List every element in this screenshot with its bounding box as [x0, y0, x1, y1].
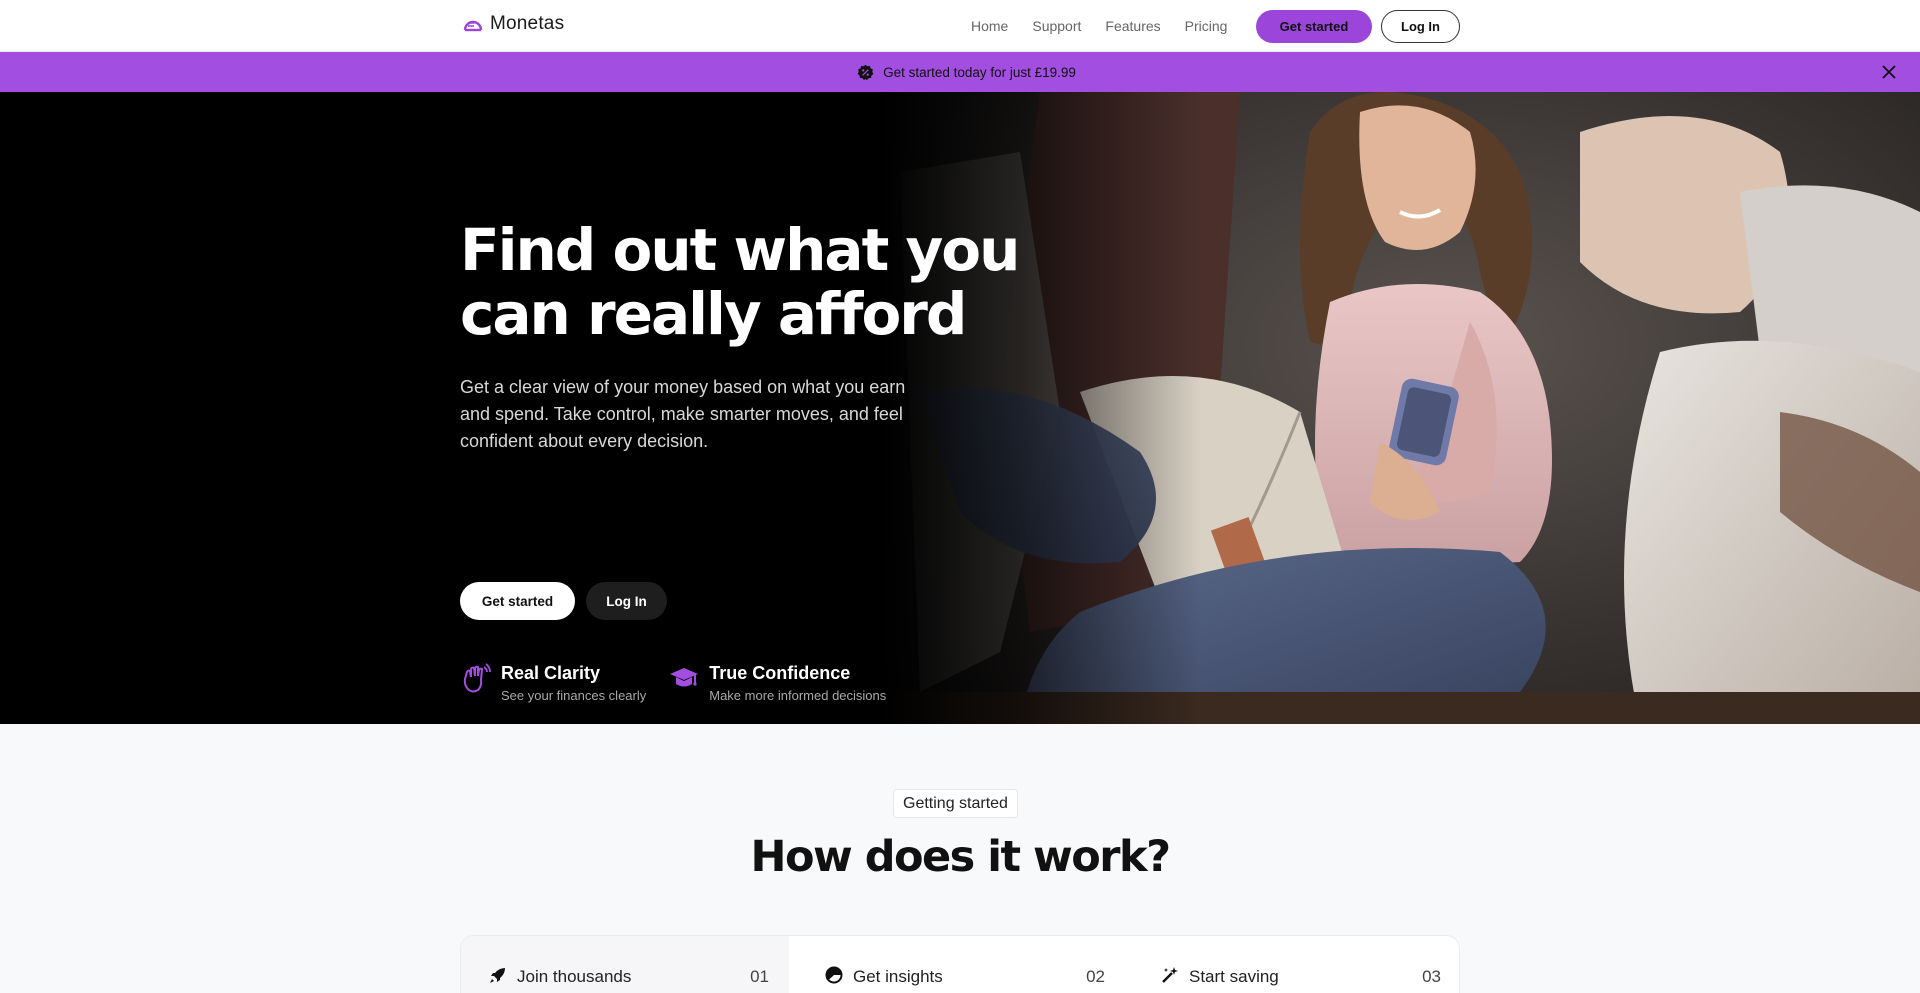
- waving-hand-icon: [463, 663, 491, 693]
- step-tab-saving[interactable]: Start saving 03: [1133, 936, 1459, 993]
- badge-percent-icon: [857, 64, 874, 80]
- magic-wand-icon: [1162, 967, 1178, 983]
- banner-text: Get started today for just £19.99: [883, 64, 1076, 80]
- feature-real-clarity: Real Clarity See your finances clearly: [460, 662, 646, 703]
- nav-links: Home Support Features Pricing: [971, 18, 1227, 34]
- steps-tabs: Join thousands 01 Get insights 02 Start …: [460, 935, 1460, 993]
- step-tab-join[interactable]: Join thousands 01: [461, 936, 789, 993]
- step-label: Get insights: [853, 967, 943, 986]
- pie-chart-icon: [825, 966, 843, 984]
- section-title: How does it work?: [750, 832, 1171, 882]
- hero-title: Find out what you can really afford: [460, 218, 1020, 346]
- step-label: Start saving: [1189, 967, 1279, 986]
- step-number: 03: [1422, 967, 1441, 986]
- feature-description: See your finances clearly: [501, 688, 647, 703]
- hero-content: Find out what you can really afford Get …: [460, 218, 1020, 455]
- nav-link-pricing[interactable]: Pricing: [1185, 18, 1228, 34]
- step-label: Join thousands: [517, 967, 632, 986]
- promo-banner: Get started today for just £19.99: [0, 52, 1920, 92]
- brand-logo[interactable]: Monetas: [462, 13, 564, 35]
- feature-true-confidence: True Confidence Make more informed decis…: [668, 662, 886, 703]
- nav-link-support[interactable]: Support: [1032, 18, 1081, 34]
- hero-title-line-2: can really afford: [460, 280, 967, 348]
- hero-subtitle: Get a clear view of your money based on …: [460, 377, 906, 451]
- feature-description: Make more informed decisions: [709, 688, 887, 703]
- section-tag: Getting started: [893, 789, 1018, 818]
- feature-title: Real Clarity: [501, 663, 601, 683]
- feature-title: True Confidence: [709, 663, 851, 683]
- monetas-logo-icon: [463, 20, 483, 32]
- step-number: 01: [750, 967, 769, 986]
- hero-features: Real Clarity See your finances clearly T…: [460, 662, 886, 703]
- graduation-cap-icon: [670, 668, 699, 687]
- top-navbar: Monetas Home Support Features Pricing Ge…: [0, 0, 1920, 52]
- nav-link-home[interactable]: Home: [971, 18, 1008, 34]
- nav-link-features[interactable]: Features: [1105, 18, 1160, 34]
- rocket-icon: [490, 968, 505, 983]
- nav-get-started-button[interactable]: Get started: [1256, 10, 1372, 43]
- brand-name: Monetas: [490, 13, 565, 34]
- hero-section: Find out what you can really afford Get …: [0, 92, 1920, 724]
- close-icon[interactable]: [1880, 63, 1898, 81]
- step-tab-insights[interactable]: Get insights 02: [797, 936, 1125, 993]
- hero-login-button[interactable]: Log In: [586, 582, 667, 620]
- nav-login-button[interactable]: Log In: [1381, 10, 1460, 43]
- step-number: 02: [1086, 967, 1105, 986]
- hero-actions: Get started Log In: [460, 582, 667, 620]
- hero-get-started-button[interactable]: Get started: [460, 582, 575, 620]
- hero-title-line-1: Find out what you: [460, 216, 1020, 284]
